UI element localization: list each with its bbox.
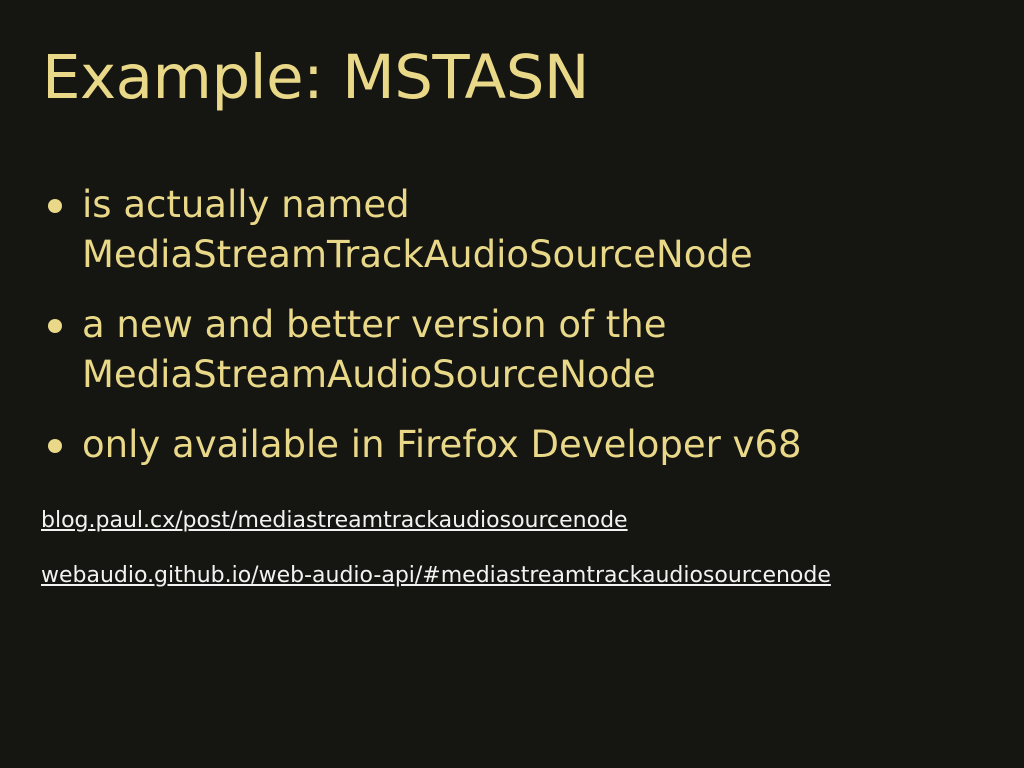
- slide-title: Example: MSTASN: [42, 42, 590, 113]
- slide: Example: MSTASN is actually named MediaS…: [0, 0, 1024, 768]
- bullet-text: is actually named: [82, 183, 410, 226]
- bullet-text: MediaStreamTrackAudioSourceNode: [82, 233, 753, 276]
- bullet-dot-icon: [48, 439, 62, 453]
- blog-link[interactable]: blog.paul.cx/post/mediastreamtrackaudios…: [41, 507, 628, 535]
- bullet-list: is actually named MediaStreamTrackAudioS…: [48, 180, 1008, 470]
- bullet-item: is actually named MediaStreamTrackAudioS…: [48, 180, 1008, 280]
- spec-link[interactable]: webaudio.github.io/web-audio-api/#medias…: [41, 562, 831, 590]
- bullet-dot-icon: [48, 319, 62, 333]
- bullet-item: only available in Firefox Developer v68: [48, 420, 1008, 470]
- bullet-item: a new and better version of the MediaStr…: [48, 300, 1008, 400]
- bullet-dot-icon: [48, 199, 62, 213]
- bullet-text: a new and better version of the: [82, 303, 667, 346]
- bullet-text: only available in Firefox Developer v68: [82, 423, 802, 466]
- bullet-text: MediaStreamAudioSourceNode: [82, 353, 656, 396]
